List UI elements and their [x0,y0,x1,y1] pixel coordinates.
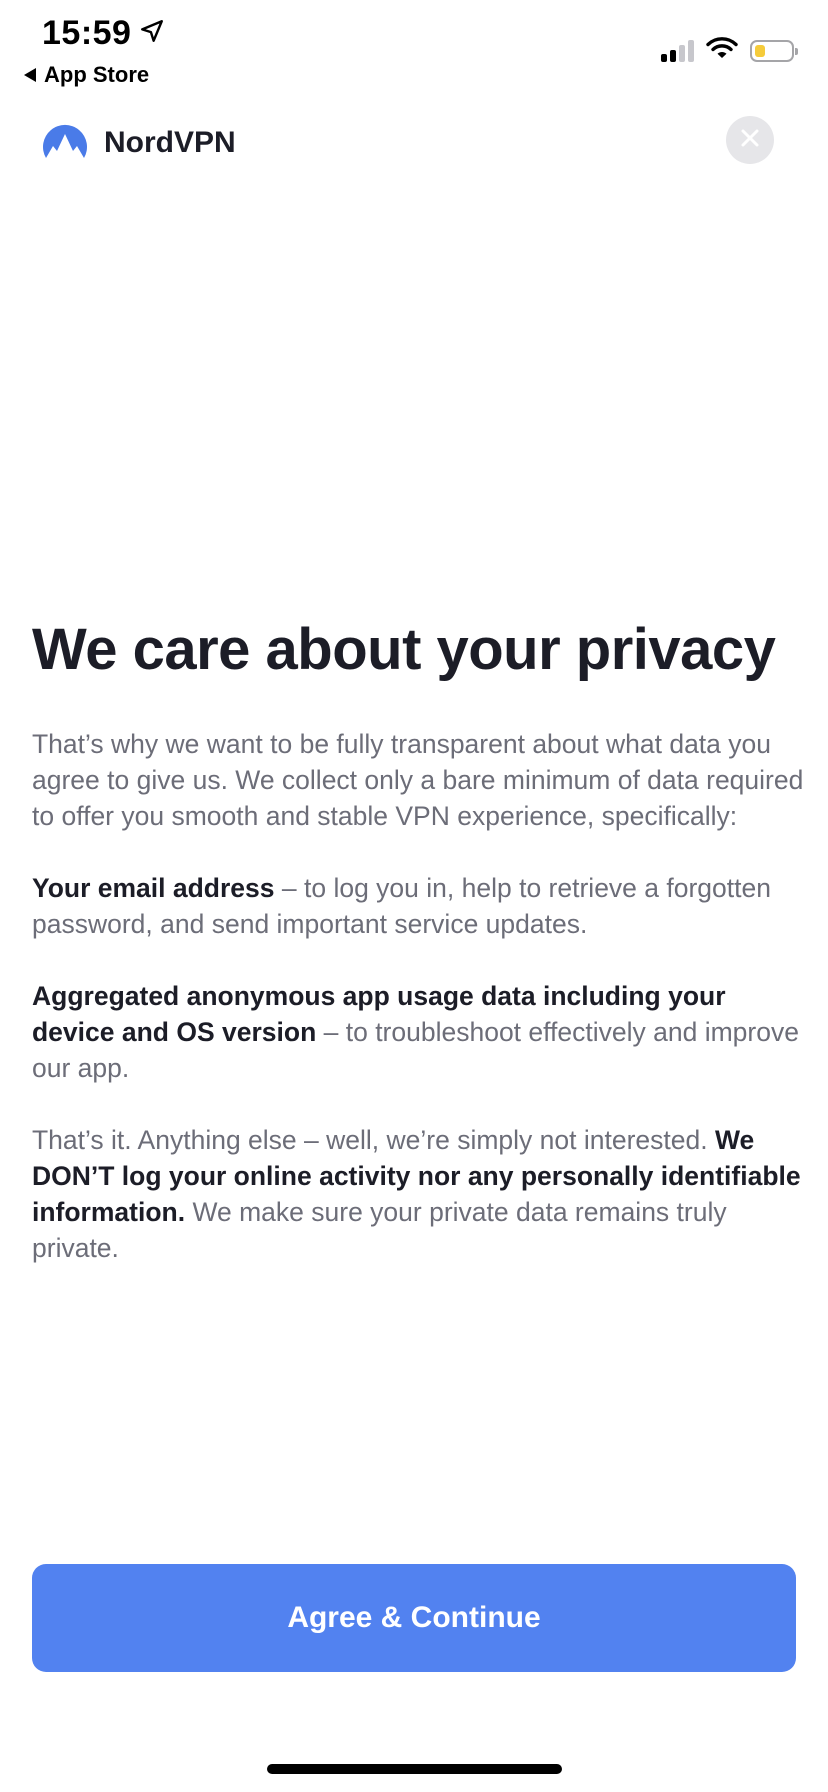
email-paragraph: Your email address – to log you in, help… [32,870,808,942]
location-arrow-icon [139,14,165,53]
status-time: 15:59 [42,14,165,53]
back-caret-icon [24,68,36,82]
brand-name: NordVPN [104,125,236,159]
outro-paragraph: That’s it. Anything else – well, we’re s… [32,1122,808,1266]
intro-text: That’s why we want to be fully transpare… [32,729,804,831]
privacy-screen: 15:59 App Store NordVPN We care about yo… [0,0,828,1792]
nordvpn-logo-icon [40,118,90,167]
close-button[interactable] [726,116,774,164]
brand: NordVPN [40,118,236,167]
back-label: App Store [44,62,150,87]
intro-paragraph: That’s why we want to be fully transpare… [32,726,808,834]
clock-text: 15:59 [42,14,132,52]
back-to-app-store[interactable]: App Store [24,62,149,88]
usage-data-paragraph: Aggregated anonymous app usage data incl… [32,978,808,1086]
status-indicators [661,36,798,65]
battery-level [755,44,766,57]
wifi-icon [706,36,738,65]
privacy-body: That’s why we want to be fully transpare… [32,726,808,1302]
outro-text: That’s it. Anything else – well, we’re s… [32,1125,715,1155]
close-icon [739,127,761,154]
home-indicator[interactable] [267,1764,562,1774]
battery-icon [750,39,798,62]
email-heading: Your email address [32,873,275,903]
agree-continue-button[interactable]: Agree & Continue [32,1564,796,1672]
cellular-signal-icon [661,39,694,62]
page-title: We care about your privacy [32,617,776,682]
